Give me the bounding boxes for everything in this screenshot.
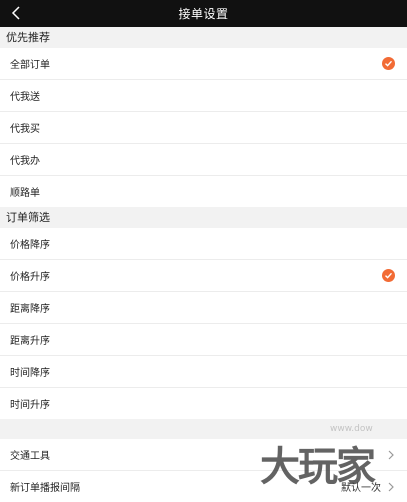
option-label: 距离升序 xyxy=(10,336,50,347)
check-circle-icon xyxy=(382,57,395,70)
option-label: 全部订单 xyxy=(10,60,50,71)
setting-label: 新订单播报间隔 xyxy=(10,483,80,494)
option-label: 时间降序 xyxy=(10,368,50,379)
top-bar: 接单设置 xyxy=(0,0,407,27)
option-all-orders[interactable]: 全部订单 xyxy=(0,48,407,80)
option-distance-desc[interactable]: 距离降序 xyxy=(0,292,407,324)
option-label: 代我买 xyxy=(10,124,40,135)
chevron-right-icon xyxy=(388,450,394,460)
option-on-the-way[interactable]: 顺路单 xyxy=(0,176,407,207)
option-label: 价格升序 xyxy=(10,272,50,283)
setting-broadcast-interval[interactable]: 新订单播报间隔 默认一次 xyxy=(0,471,407,502)
page-title: 接单设置 xyxy=(178,7,229,21)
option-time-desc[interactable]: 时间降序 xyxy=(0,356,407,388)
option-handle-for-me[interactable]: 代我办 xyxy=(0,144,407,176)
chevron-right-icon xyxy=(388,482,394,492)
priority-list: 全部订单 代我送 代我买 代我办 顺路单 xyxy=(0,48,407,207)
section-label-priority: 优先推荐 xyxy=(0,27,407,48)
option-label: 时间升序 xyxy=(10,400,50,411)
option-label: 距离降序 xyxy=(10,304,50,315)
setting-value: 默认一次 xyxy=(341,483,381,494)
section-divider xyxy=(0,419,407,439)
option-distance-asc[interactable]: 距离升序 xyxy=(0,324,407,356)
setting-vehicle[interactable]: 交通工具 xyxy=(0,439,407,471)
option-buy-for-me[interactable]: 代我买 xyxy=(0,112,407,144)
section-label-filter: 订单筛选 xyxy=(0,207,407,228)
setting-label: 交通工具 xyxy=(10,451,50,462)
option-label: 价格降序 xyxy=(10,240,50,251)
check-circle-icon xyxy=(382,269,395,282)
chevron-left-icon xyxy=(11,6,20,20)
settings-list: 交通工具 新订单播报间隔 默认一次 xyxy=(0,439,407,502)
option-label: 代我办 xyxy=(10,156,40,167)
option-label: 代我送 xyxy=(10,92,40,103)
back-button[interactable] xyxy=(8,5,24,21)
option-label: 顺路单 xyxy=(10,188,40,199)
option-price-asc[interactable]: 价格升序 xyxy=(0,260,407,292)
option-time-asc[interactable]: 时间升序 xyxy=(0,388,407,419)
filter-list: 价格降序 价格升序 距离降序 距离升序 时间降序 时间升序 xyxy=(0,228,407,419)
option-price-desc[interactable]: 价格降序 xyxy=(0,228,407,260)
option-deliver-for-me[interactable]: 代我送 xyxy=(0,80,407,112)
